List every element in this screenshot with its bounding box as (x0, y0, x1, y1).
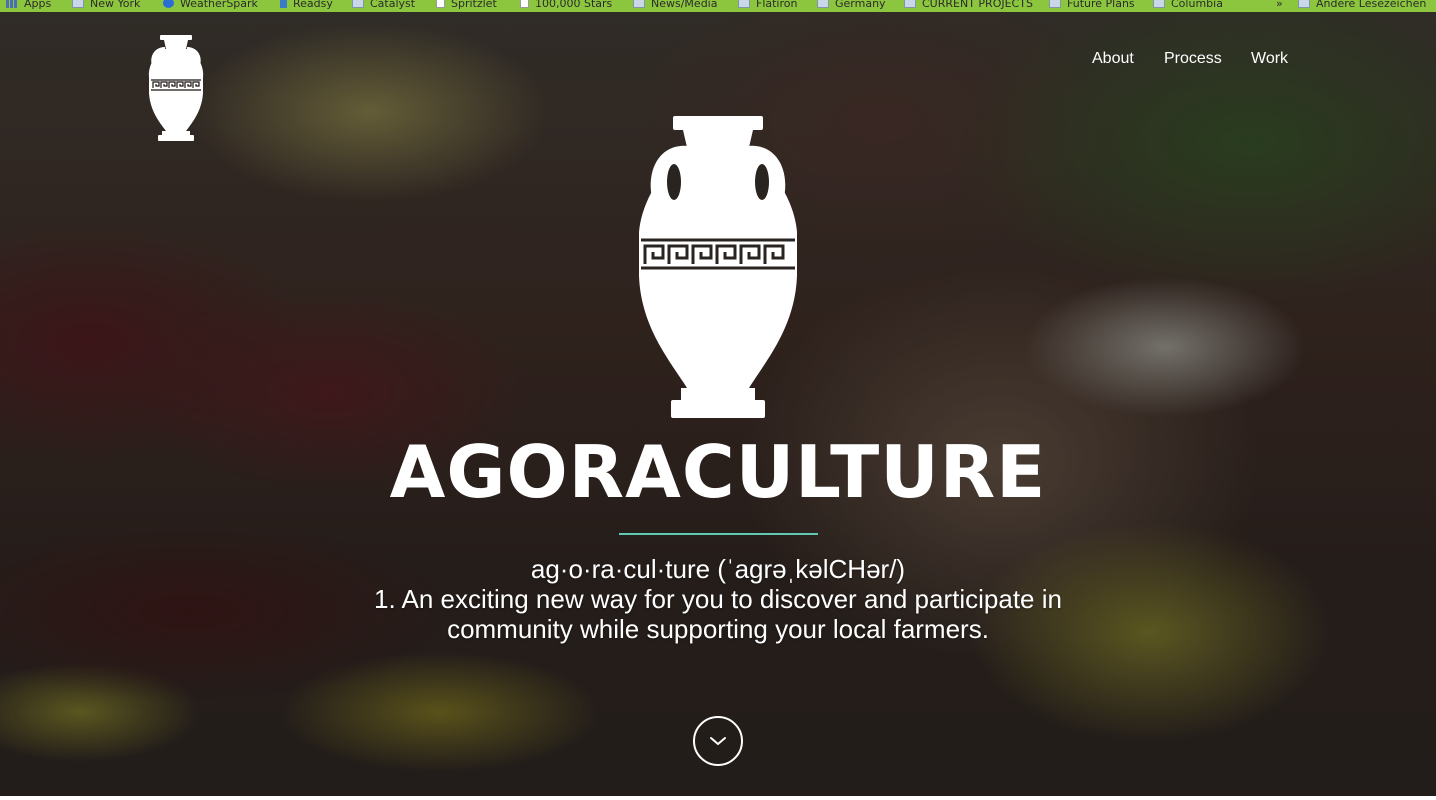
bookmark-spritzlet[interactable]: Spritzlet (436, 0, 497, 10)
folder-icon (817, 0, 829, 8)
nav-work[interactable]: Work (1251, 50, 1288, 68)
folder-icon (633, 0, 645, 8)
bookmark-columbia[interactable]: Columbia (1153, 0, 1223, 10)
amphora-logo-icon[interactable] (146, 35, 206, 141)
apps-grid-icon (6, 0, 18, 8)
bookmark-flatiron[interactable]: Flatiron (738, 0, 797, 10)
amphora-hero-icon (639, 116, 797, 418)
folder-icon (1049, 0, 1061, 8)
nav-about[interactable]: About (1092, 50, 1134, 68)
scroll-down-button[interactable] (693, 716, 743, 766)
bookmark-weatherspark[interactable]: WeatherSpark (163, 0, 258, 10)
weatherspark-icon (163, 0, 174, 8)
bookmark-other[interactable]: Andere Lesezeichen (1298, 0, 1426, 10)
definition-text: 1. An exciting new way for you to discov… (374, 584, 1062, 644)
bookmark-current-projects[interactable]: CURRENT PROJECTS (904, 0, 1033, 10)
folder-icon (72, 0, 84, 8)
page-icon (520, 0, 529, 8)
bookmark-100000-stars[interactable]: 100,000 Stars (520, 0, 612, 10)
folder-icon (738, 0, 750, 8)
folder-icon (1298, 0, 1310, 8)
title-divider (619, 533, 818, 535)
bookmark-catalyst[interactable]: Catalyst (352, 0, 415, 10)
bookmark-germany[interactable]: Germany (817, 0, 886, 10)
bookmark-future-plans[interactable]: Future Plans (1049, 0, 1135, 10)
hero-title: AGORACULTURE (389, 430, 1047, 514)
bookmarks-overflow-button[interactable]: » (1276, 0, 1283, 10)
hero-definition: ag·o·ra·cul·ture (ˈagrəˌkəlCHər/) 1. An … (368, 554, 1068, 644)
folder-icon (352, 0, 364, 8)
folder-icon (1153, 0, 1165, 8)
bookmark-readsy[interactable]: Readsy (280, 0, 333, 10)
readsy-icon (280, 0, 287, 8)
bookmark-new-york[interactable]: New York (72, 0, 140, 10)
nav-process[interactable]: Process (1164, 50, 1222, 68)
bottom-edge (0, 796, 1436, 800)
pronunciation-text: ag·o·ra·cul·ture (ˈagrəˌkəlCHər/) (530, 554, 906, 584)
bookmark-news-media[interactable]: News/Media (633, 0, 717, 10)
chevron-down-icon (710, 737, 726, 745)
folder-icon (904, 0, 916, 8)
bookmark-apps[interactable]: Apps (6, 0, 51, 10)
bookmarks-bar: Apps New York WeatherSpark Readsy Cataly… (0, 0, 1436, 12)
page-icon (436, 0, 445, 8)
